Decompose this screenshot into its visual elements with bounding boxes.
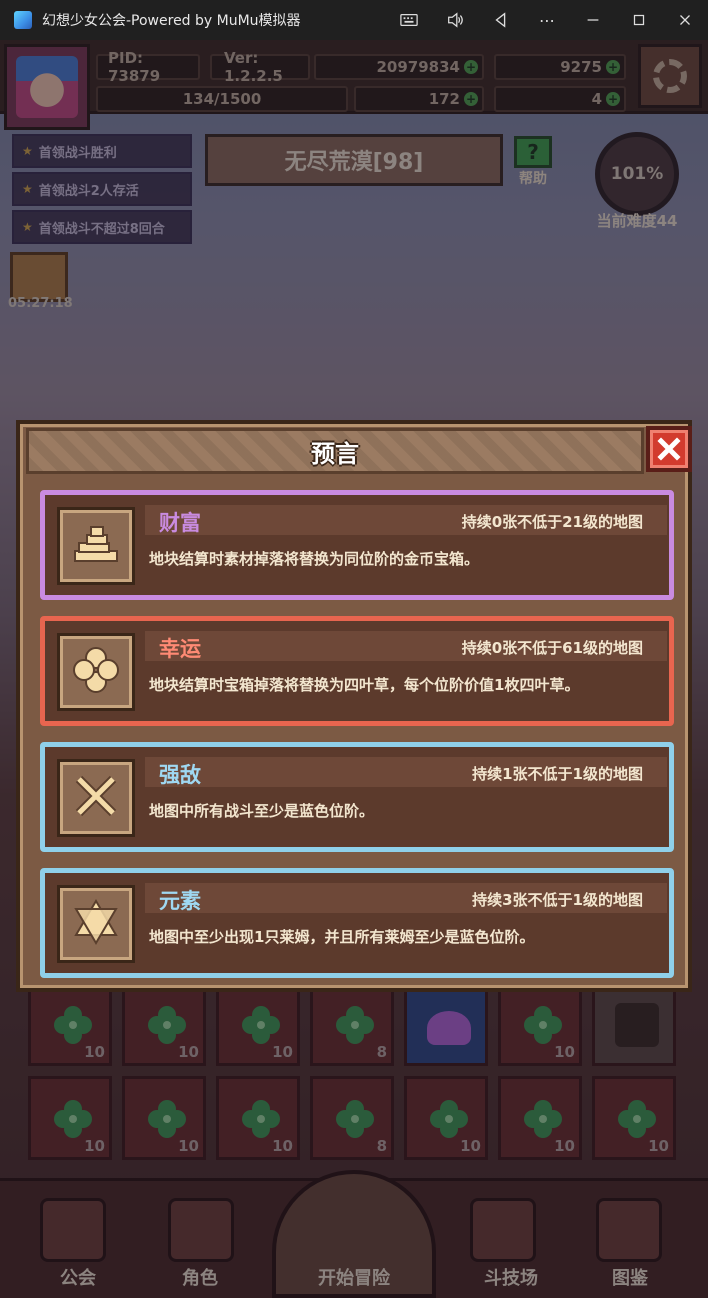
card-description: 地图中所有战斗至少是蓝色位阶。	[149, 802, 375, 820]
more-icon[interactable]: ⋯	[524, 0, 570, 40]
card-condition: 持续3张不低于1级的地图	[472, 891, 643, 909]
card-condition: 持续0张不低于21级的地图	[461, 513, 643, 531]
minimize-icon[interactable]	[570, 0, 616, 40]
card-name: 元素	[159, 889, 201, 913]
modal-title: 预言	[311, 439, 359, 468]
crossed-swords-icon	[69, 769, 123, 827]
card-name: 强敌	[159, 763, 201, 787]
card-description: 地块结算时宝箱掉落将替换为四叶草，每个位阶价值1枚四叶草。	[149, 676, 580, 694]
card-description: 地块结算时素材掉落将替换为同位阶的金币宝箱。	[149, 550, 480, 568]
hexagram-icon-box	[57, 885, 135, 963]
prophecy-card: 财富 持续0张不低于21级的地图地块结算时素材掉落将替换为同位阶的金币宝箱。	[40, 490, 674, 600]
close-window-icon[interactable]	[662, 0, 708, 40]
window-title-bar: 幻想少女公会-Powered by MuMu模拟器 ⋯	[0, 0, 708, 40]
card-condition: 持续1张不低于1级的地图	[472, 765, 643, 783]
hexagram-icon	[69, 895, 123, 953]
gold-coins-icon-box	[57, 507, 135, 585]
clover-icon	[69, 643, 123, 701]
card-name: 幸运	[159, 637, 201, 661]
game-screen: PID: 73879 Ver: 1.2.2.5 20979834 + 9275 + …	[0, 40, 708, 1298]
prophecy-card: 强敌 持续1张不低于1级的地图地图中所有战斗至少是蓝色位阶。	[40, 742, 674, 852]
mumu-app-icon	[14, 11, 32, 29]
maximize-icon[interactable]	[616, 0, 662, 40]
prophecy-card: 元素 持续3张不低于1级的地图地图中至少出现1只莱姆，并且所有莱姆至少是蓝色位阶。	[40, 868, 674, 978]
gold-coins-icon	[69, 517, 123, 575]
card-description: 地图中至少出现1只莱姆，并且所有莱姆至少是蓝色位阶。	[149, 928, 535, 946]
clover-icon-box	[57, 633, 135, 711]
close-button[interactable]	[646, 426, 692, 472]
window-title: 幻想少女公会-Powered by MuMu模拟器	[42, 13, 301, 29]
prophecy-modal: 预言 财富 持续0张不低于21级的地图地块结算时素材掉落将替换为同位阶的金币宝箱。…	[16, 420, 692, 992]
close-icon	[657, 437, 681, 461]
modal-header: 预言	[26, 428, 644, 474]
card-condition: 持续0张不低于61级的地图	[461, 639, 643, 657]
volume-icon[interactable]	[432, 0, 478, 40]
keyboard-icon[interactable]	[386, 0, 432, 40]
crossed-swords-icon-box	[57, 759, 135, 837]
prophecy-card: 幸运 持续0张不低于61级的地图地块结算时宝箱掉落将替换为四叶草，每个位阶价值1枚…	[40, 616, 674, 726]
back-icon[interactable]	[478, 0, 524, 40]
card-name: 财富	[159, 511, 201, 535]
